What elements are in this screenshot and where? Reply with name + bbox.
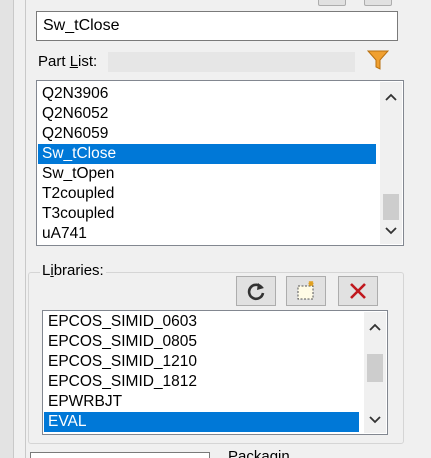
library-list-item[interactable]: EPCOS_SIMID_1210 bbox=[44, 352, 359, 372]
refresh-button[interactable] bbox=[236, 276, 276, 306]
panel-divider bbox=[25, 0, 26, 458]
part-list-item[interactable]: Q2N6052 bbox=[38, 104, 376, 124]
chevron-down-icon[interactable] bbox=[364, 409, 386, 431]
part-list[interactable]: Q2N3906 Q2N6052 Q2N6059 Sw_tClose Sw_tOpen T2… bbox=[36, 80, 404, 246]
library-list-item[interactable]: EVAL bbox=[44, 412, 359, 432]
part-list-item[interactable]: Q2N6059 bbox=[38, 124, 376, 144]
refresh-icon bbox=[247, 283, 265, 301]
part-list-label: Part List: bbox=[38, 53, 98, 70]
filter-button[interactable] bbox=[362, 46, 394, 74]
part-search-input[interactable]: Sw_tClose bbox=[36, 11, 398, 41]
part-list-filter-bar bbox=[108, 52, 355, 72]
library-list-item[interactable]: EPWRBJT bbox=[44, 392, 359, 412]
library-list-scrollbar[interactable] bbox=[364, 312, 386, 433]
top-button-1[interactable] bbox=[318, 0, 346, 6]
left-panel-edge bbox=[0, 0, 14, 458]
library-list-item[interactable]: EPCOS_SIMID_0603 bbox=[44, 312, 359, 332]
chevron-down-icon[interactable] bbox=[380, 220, 402, 242]
remove-library-icon bbox=[350, 283, 366, 299]
part-list-item[interactable]: Q2N3906 bbox=[38, 84, 376, 104]
chevron-up-icon[interactable] bbox=[364, 316, 386, 338]
library-list-scroll-thumb[interactable] bbox=[367, 354, 383, 382]
part-list-scroll-thumb[interactable] bbox=[383, 194, 399, 220]
chevron-up-icon[interactable] bbox=[380, 86, 402, 108]
library-list[interactable]: EPCOS_SIMID_0603 EPCOS_SIMID_0805 EPCOS_SI… bbox=[42, 310, 388, 435]
remove-library-button[interactable] bbox=[338, 276, 378, 306]
top-toolbar-partial bbox=[300, 0, 431, 6]
part-list-item[interactable]: T2coupled bbox=[38, 184, 376, 204]
part-list-item[interactable]: Sw_tClose bbox=[38, 144, 376, 164]
part-list-item[interactable]: Sw_tOpen bbox=[38, 164, 376, 184]
part-list-item[interactable]: T3coupled bbox=[38, 204, 376, 224]
add-library-button[interactable] bbox=[286, 276, 326, 306]
libraries-label: Libraries: bbox=[40, 262, 106, 279]
part-list-item[interactable]: uA741 bbox=[38, 224, 376, 244]
library-list-item[interactable]: EPCOS_SIMID_1812 bbox=[44, 372, 359, 392]
funnel-icon bbox=[366, 50, 390, 70]
top-button-2[interactable] bbox=[364, 0, 392, 6]
part-list-scrollbar[interactable] bbox=[380, 82, 402, 244]
package-field[interactable] bbox=[30, 452, 210, 458]
library-list-item[interactable]: EPCOS_SIMID_0805 bbox=[44, 332, 359, 352]
add-library-icon bbox=[297, 281, 314, 300]
packaging-label: Packagin bbox=[228, 448, 290, 458]
